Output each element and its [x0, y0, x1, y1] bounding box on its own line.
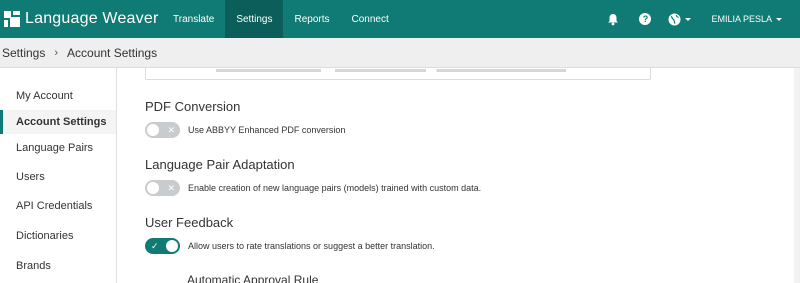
user-feedback-label: Allow users to rate translations or sugg… [188, 241, 435, 251]
nav-reports[interactable]: Reports [283, 0, 340, 38]
logo-icon [4, 11, 20, 27]
scrollbar[interactable] [794, 68, 800, 283]
toggle-knob [147, 124, 159, 136]
previous-section-box [145, 68, 651, 80]
automatic-approval-rule-title: Automatic Approval Rule [187, 273, 319, 283]
nav-settings[interactable]: Settings [225, 0, 284, 38]
breadcrumb-current: Account Settings [67, 45, 158, 60]
pdf-conversion-toggle[interactable]: ✕ [145, 122, 180, 138]
close-icon: ✕ [167, 183, 175, 193]
user-name: EMILIA PESLA [711, 14, 772, 24]
close-icon: ✕ [167, 125, 175, 135]
top-navbar: Language Weaver Translate Settings Repor… [0, 0, 800, 38]
user-feedback-row: ✓ Allow users to rate translations or su… [145, 238, 435, 254]
chevron-down-icon [776, 17, 782, 21]
help-icon[interactable]: ? [638, 12, 652, 26]
user-menu[interactable]: EMILIA PESLA [711, 14, 782, 24]
toggle-knob [166, 240, 178, 252]
toggle-knob [147, 182, 159, 194]
pdf-conversion-label: Use ABBYY Enhanced PDF conversion [188, 125, 346, 135]
nav-translate[interactable]: Translate [162, 0, 225, 38]
chevron-down-icon [685, 17, 692, 21]
app-title: Language Weaver [25, 10, 159, 27]
pdf-conversion-row: ✕ Use ABBYY Enhanced PDF conversion [145, 122, 345, 138]
sidebar-item-my-account[interactable]: My Account [0, 84, 116, 108]
breadcrumb: Settings › Account Settings [0, 38, 800, 68]
check-icon: ✓ [151, 241, 159, 251]
language-pair-adaptation-toggle[interactable]: ✕ [145, 180, 180, 196]
pdf-conversion-title: PDF Conversion [145, 99, 241, 114]
language-pair-adaptation-label: Enable creation of new language pairs (m… [188, 183, 482, 193]
clipped-text [216, 69, 566, 72]
bell-icon[interactable] [606, 12, 620, 26]
sidebar-item-account-settings[interactable]: Account Settings [0, 110, 116, 134]
language-pair-adaptation-title: Language Pair Adaptation [145, 157, 295, 172]
sidebar-item-api-credentials[interactable]: API Credentials [0, 194, 116, 218]
settings-panel: PDF Conversion ✕ Use ABBYY Enhanced PDF … [118, 68, 800, 283]
sidebar-item-users[interactable]: Users [0, 165, 116, 189]
user-feedback-toggle[interactable]: ✓ [145, 238, 180, 254]
app-logo[interactable]: Language Weaver [0, 0, 162, 38]
sidebar-item-dictionaries[interactable]: Dictionaries [0, 224, 116, 248]
language-pair-adaptation-row: ✕ Enable creation of new language pairs … [145, 180, 481, 196]
sidebar: My Account Account Settings Language Pai… [0, 68, 117, 283]
globe-icon [668, 13, 681, 25]
breadcrumb-separator: › [54, 46, 59, 59]
sidebar-item-brands[interactable]: Brands [0, 254, 116, 278]
breadcrumb-settings[interactable]: Settings [2, 46, 45, 60]
sidebar-item-language-pairs[interactable]: Language Pairs [0, 136, 116, 160]
nav-connect[interactable]: Connect [340, 0, 399, 38]
help-glyph: ? [639, 13, 652, 25]
language-menu[interactable] [668, 13, 692, 26]
user-feedback-title: User Feedback [145, 215, 234, 230]
